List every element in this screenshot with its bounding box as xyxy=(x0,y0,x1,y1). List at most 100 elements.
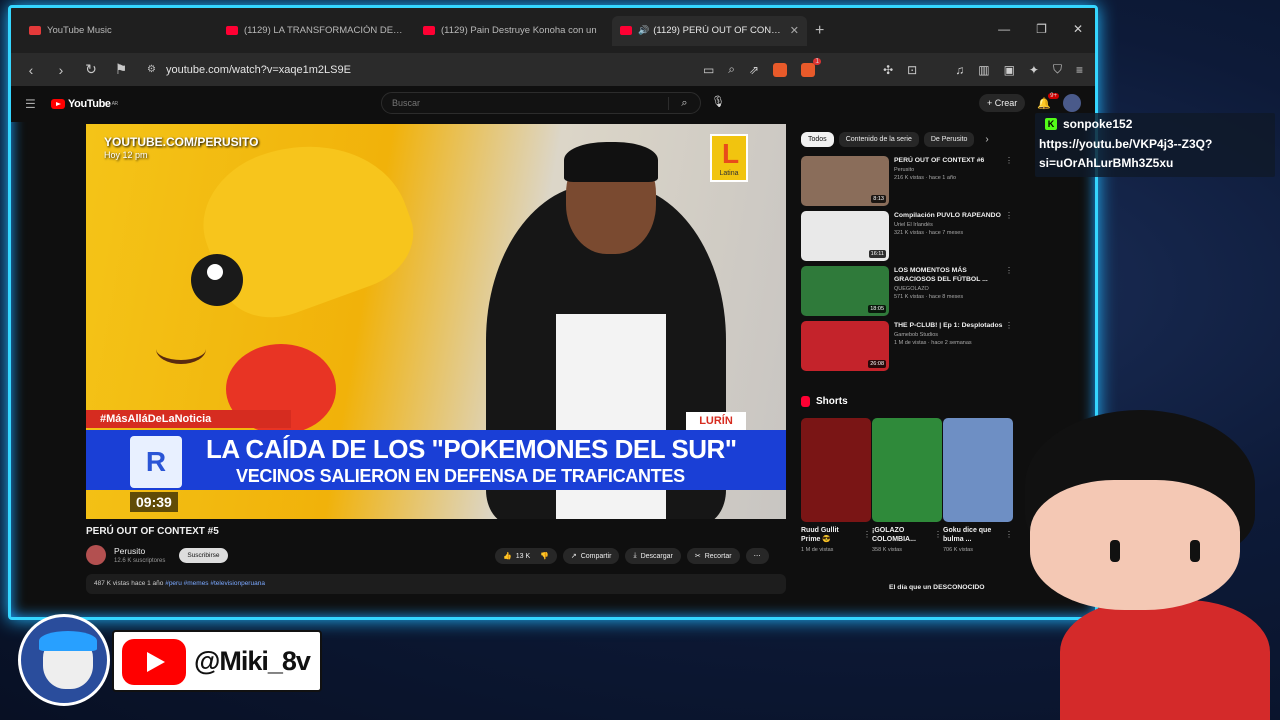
description-box[interactable]: 487 K vistas hace 1 año #peru #memes #te… xyxy=(86,574,786,594)
program-logo: R xyxy=(130,436,182,488)
cast-icon[interactable]: ▭ xyxy=(703,63,714,77)
dislike-icon[interactable]: 👎 xyxy=(540,552,549,560)
chip-all[interactable]: Todos xyxy=(801,132,834,147)
youtube-play-icon xyxy=(122,639,186,685)
short-title[interactable]: ¡GOLAZO COLOMBIA... xyxy=(872,526,930,544)
music-icon[interactable]: ♫ xyxy=(955,63,964,77)
search-input[interactable] xyxy=(382,98,668,108)
url-field[interactable]: ⚙ youtube.com/watch?v=xaqe1m2LS9E xyxy=(143,58,689,82)
video-player[interactable]: YOUTUBE.COM/PERUSITO Hoy 12 pm Latina #M… xyxy=(86,124,786,519)
account-avatar[interactable] xyxy=(1063,94,1081,112)
character-eye xyxy=(1110,540,1120,562)
video-thumbnail[interactable]: 8:13 xyxy=(801,156,889,206)
tab-peru-out-of-context[interactable]: 🔊 (1129) PERÚ OUT OF CONTEXT ✕ xyxy=(612,15,807,46)
chat-username: sonpoke152 xyxy=(1063,117,1133,131)
recommendation-title[interactable]: PERÚ OUT OF CONTEXT #6 xyxy=(894,156,1004,165)
short-item[interactable]: Ruud Gullit Prime 😎 1 M de vistas ⋮ xyxy=(801,418,871,553)
recommendation-channel: Perusito xyxy=(894,167,915,173)
chip-channel[interactable]: De Perusito xyxy=(923,132,975,147)
forward-icon[interactable]: › xyxy=(53,62,69,78)
close-window-button[interactable]: ✕ xyxy=(1073,22,1083,36)
short-title[interactable]: Goku dice que bulma ... xyxy=(943,526,1001,544)
restore-button[interactable]: ❐ xyxy=(1036,22,1047,36)
banner-subheadline: VECINOS SALIERON EN DEFENSA DE TRAFICANT… xyxy=(236,466,685,486)
short-thumbnail[interactable] xyxy=(801,418,871,522)
hamburger-icon[interactable]: ☰ xyxy=(25,97,43,111)
minimize-button[interactable]: — xyxy=(998,22,1010,36)
video-thumbnail[interactable]: 26:08 xyxy=(801,321,889,371)
share-button[interactable]: ↗ Compartir xyxy=(562,548,620,564)
share-icon[interactable]: ⇗ xyxy=(749,63,759,77)
vpn-icon[interactable]: ⛉ xyxy=(1053,62,1062,77)
more-options-icon[interactable]: ⋮ xyxy=(934,530,942,539)
more-actions-icon[interactable]: ⋯ xyxy=(745,548,769,564)
extensions-icon[interactable]: ✣ xyxy=(883,63,893,77)
brave-shield-icon[interactable] xyxy=(773,62,788,77)
next-thumbnail[interactable] xyxy=(811,582,881,592)
character-hoodie xyxy=(1060,600,1270,720)
notifications-icon[interactable]: 🔔 9+ xyxy=(1037,92,1059,110)
next-recommendation[interactable]: El día que un DESCONOCIDO xyxy=(811,582,985,592)
bulldog-hair xyxy=(39,631,97,651)
youtube-icon xyxy=(226,26,238,35)
video-thumbnail[interactable]: 18:05 xyxy=(801,266,889,316)
chat-message: https://youtu.be/VKP4j3--Z3Q?si=uOrAhLur… xyxy=(1039,137,1213,170)
recommendation-title[interactable]: Compilación PUVLO RAPEANDO xyxy=(894,211,1004,220)
site-info-icon[interactable]: ⚙ xyxy=(147,64,156,75)
more-options-icon[interactable]: ⋮ xyxy=(1004,321,1014,373)
download-button[interactable]: ⤓ Descargar xyxy=(625,548,681,564)
zoom-icon[interactable]: ⌕ xyxy=(728,62,735,77)
clip-button[interactable]: ✂ Recortar xyxy=(686,548,740,564)
wallet-icon[interactable]: ▣ xyxy=(1004,63,1015,77)
close-tab-icon[interactable]: ✕ xyxy=(790,24,799,37)
subscriber-count: 12.6 K suscriptores xyxy=(114,558,166,564)
subscribe-button[interactable]: Suscribirse xyxy=(179,547,228,563)
chip-series[interactable]: Contenido de la serie xyxy=(838,132,919,147)
video-hashtags[interactable]: #peru #memes #televisionperuana xyxy=(165,580,265,587)
video-thumbnail[interactable]: 16:11 xyxy=(801,211,889,261)
reload-icon[interactable]: ↻ xyxy=(83,61,99,78)
like-button[interactable]: 👍 13 K 👎 xyxy=(495,548,557,564)
address-bar: ‹ › ↻ ⚑ ⚙ youtube.com/watch?v=xaqe1m2LS9… xyxy=(11,53,1095,86)
short-title[interactable]: Ruud Gullit Prime 😎 xyxy=(801,526,859,544)
recommendation-title[interactable]: THE P-CLUB! | Ep 1: Desplotados xyxy=(894,321,1004,330)
sidebar-icon[interactable]: ▥ xyxy=(978,63,989,77)
short-thumbnail[interactable] xyxy=(872,418,942,522)
more-options-icon[interactable]: ⋮ xyxy=(1004,211,1014,263)
video-actions: 👍 13 K 👎 ↗ Compartir ⤓ Descargar ✂ Recortar ⋯ xyxy=(495,548,769,564)
short-item[interactable]: ¡GOLAZO COLOMBIA... 358 K vistas ⋮ xyxy=(872,418,942,553)
ai-icon[interactable]: ✦ xyxy=(1029,63,1039,77)
microphone-icon[interactable]: 🎙 xyxy=(711,95,725,108)
tab-transformacion[interactable]: (1129) LA TRANSFORMACIÓN DEFIN xyxy=(218,16,413,46)
create-button[interactable]: + Crear xyxy=(979,94,1026,112)
search-icon[interactable]: ⌕ xyxy=(668,96,700,110)
recommendation-item[interactable]: 18:05 LOS MOMENTOS MÁS GRACIOSOS DEL FÚT… xyxy=(801,266,1016,318)
more-options-icon[interactable]: ⋮ xyxy=(1004,156,1014,208)
channel-name[interactable]: Perusito xyxy=(114,546,165,556)
youtube-logo[interactable]: YouTube AR xyxy=(51,98,118,110)
tab-pain-konoha[interactable]: (1129) Pain Destruye Konoha con un xyxy=(415,16,610,46)
recommendation-channel: Gamebob Studios xyxy=(894,332,939,338)
new-tab-button[interactable]: + xyxy=(815,22,824,40)
share-label: Compartir xyxy=(580,552,612,560)
watermark-time: Hoy 12 pm xyxy=(104,150,148,160)
youtube-header: ☰ YouTube AR ⌕ 🎙 + Crear 🔔9+ xyxy=(11,86,1095,122)
more-options-icon[interactable]: ⋮ xyxy=(1004,266,1014,318)
tab-youtube-music[interactable]: YouTube Music xyxy=(21,16,216,46)
more-options-icon[interactable]: ⋮ xyxy=(863,530,871,539)
screenshot-icon[interactable]: ⊡ xyxy=(907,63,917,77)
next-title[interactable]: El día que un DESCONOCIDO xyxy=(889,584,985,591)
brave-rewards-icon[interactable]: 1 xyxy=(801,57,822,77)
chevron-right-icon[interactable]: › xyxy=(985,134,988,145)
character-eye xyxy=(1190,540,1200,562)
bookmark-icon[interactable]: ⚑ xyxy=(113,61,129,78)
channel-avatar[interactable] xyxy=(86,545,106,565)
recommendation-item[interactable]: 26:08 THE P-CLUB! | Ep 1: Desplotados Ga… xyxy=(801,321,1016,373)
recommendation-title[interactable]: LOS MOMENTOS MÁS GRACIOSOS DEL FÚTBOL ..… xyxy=(894,266,1004,284)
thumbs-up-icon: 👍 xyxy=(503,553,512,560)
search-box: ⌕ xyxy=(381,92,701,114)
back-icon[interactable]: ‹ xyxy=(23,62,39,78)
recommendation-item[interactable]: 16:11 Compilación PUVLO RAPEANDO Uriel E… xyxy=(801,211,1016,263)
recommendation-item[interactable]: 8:13 PERÚ OUT OF CONTEXT #6 Perusito 216… xyxy=(801,156,1016,208)
menu-icon[interactable]: ≡ xyxy=(1076,63,1083,77)
